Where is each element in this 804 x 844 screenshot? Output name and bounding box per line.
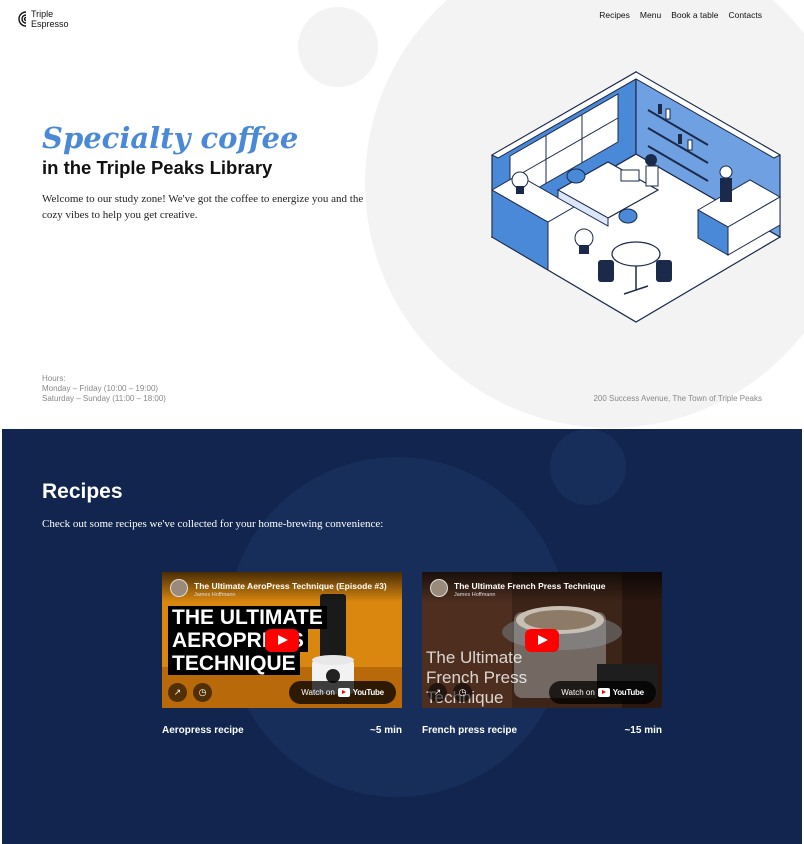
- share-icon[interactable]: ↗: [168, 683, 187, 702]
- nav-item-recipes[interactable]: Recipes: [599, 10, 630, 20]
- watch-on-youtube-button[interactable]: Watch on YouTube: [549, 681, 656, 704]
- hours-weekend: Saturday – Sunday (11:00 – 18:00): [42, 394, 166, 403]
- hero-description: Welcome to our study zone! We've got the…: [42, 193, 364, 221]
- hours-label: Hours:: [42, 374, 66, 383]
- brand-line-1: Triple: [31, 9, 54, 19]
- recipe-duration: ~5 min: [370, 725, 402, 736]
- hero-title: Specialty coffee: [42, 121, 299, 155]
- channel-avatar[interactable]: [170, 579, 188, 597]
- video-aeropress[interactable]: The Ultimate AeroPress Technique (Episod…: [162, 572, 402, 708]
- recipe-name: Aeropress recipe: [162, 725, 244, 736]
- recipes-title: Recipes: [42, 480, 123, 503]
- youtube-wordmark: YouTube: [612, 688, 644, 697]
- watch-on-label: Watch on: [301, 688, 335, 697]
- video-title[interactable]: The Ultimate AeroPress Technique (Episod…: [194, 581, 387, 591]
- video-author: James Hoffmann: [194, 592, 236, 598]
- hero-subtitle: in the Triple Peaks Library: [42, 157, 273, 178]
- watch-on-youtube-button[interactable]: Watch on YouTube: [289, 681, 396, 704]
- recipes-section: Recipes Check out some recipes we've col…: [2, 429, 802, 844]
- nav-item-book-a-table[interactable]: Book a table: [671, 10, 718, 20]
- youtube-logo-icon: [337, 688, 350, 697]
- hero-background-small-circle: [298, 7, 378, 87]
- watch-later-icon[interactable]: ◷: [193, 683, 212, 702]
- brand-logo[interactable]: Triple Espresso: [16, 9, 69, 29]
- youtube-logo-icon: [597, 688, 610, 697]
- video-title[interactable]: The Ultimate French Press Technique: [454, 581, 605, 591]
- share-icon[interactable]: ↗: [428, 683, 447, 702]
- nav-item-menu[interactable]: Menu: [640, 10, 661, 20]
- recipe-caption-french-press: French press recipe ~15 min: [422, 725, 662, 736]
- nav-item-contacts[interactable]: Contacts: [728, 10, 762, 20]
- overlay-line-1: THE ULTIMATE: [168, 606, 327, 629]
- play-button-icon[interactable]: [265, 629, 299, 652]
- recipe-duration: ~15 min: [624, 725, 662, 736]
- brand-line-2: Espresso: [31, 19, 69, 29]
- channel-avatar[interactable]: [430, 579, 448, 597]
- brand-name: Triple Espresso: [31, 9, 69, 29]
- overlay-line-1: The Ultimate: [426, 648, 523, 667]
- watch-on-label: Watch on: [561, 688, 595, 697]
- recipe-caption-aeropress: Aeropress recipe ~5 min: [162, 725, 402, 736]
- coffee-shop-illustration: [490, 70, 782, 323]
- address: 200 Success Avenue, The Town of Triple P…: [593, 394, 762, 403]
- recipes-description: Check out some recipes we've collected f…: [42, 518, 384, 530]
- play-button-icon[interactable]: [525, 629, 559, 652]
- opening-hours: Hours: Monday – Friday (10:00 – 19:00) S…: [42, 374, 166, 404]
- hero-section: Triple Espresso Recipes Menu Book a tabl…: [0, 0, 804, 429]
- top-nav: Recipes Menu Book a table Contacts: [599, 10, 762, 20]
- logo-mark-icon: [18, 11, 27, 27]
- recipe-name: French press recipe: [422, 725, 518, 736]
- overlay-line-3: TECHNIQUE: [168, 652, 300, 675]
- watch-later-icon[interactable]: ◷: [453, 683, 472, 702]
- recipes-background-small-circle: [550, 429, 626, 505]
- thumbnail-overlay-text: THE ULTIMATE AEROPRESS TECHNIQUE: [168, 606, 327, 675]
- hours-weekday: Monday – Friday (10:00 – 19:00): [42, 384, 159, 393]
- video-author: James Hoffmann: [454, 592, 496, 598]
- youtube-wordmark: YouTube: [352, 688, 384, 697]
- video-french-press[interactable]: The Ultimate French Press Technique Jame…: [422, 572, 662, 708]
